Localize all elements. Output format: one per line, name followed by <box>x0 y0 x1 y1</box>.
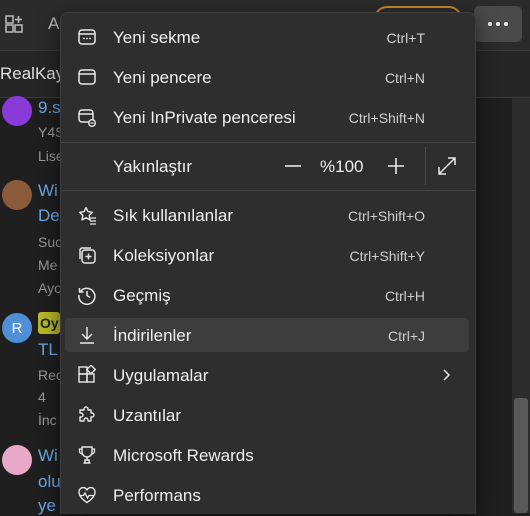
menu-item-new-tab[interactable]: Yeni sekme Ctrl+T <box>65 20 469 54</box>
zoom-out-button[interactable] <box>280 153 306 179</box>
menu-separator <box>61 142 475 143</box>
menu-item-label: Yeni pencere <box>113 68 212 87</box>
new-tab-icon <box>77 27 97 47</box>
shortcut-text: Ctrl+N <box>384 70 425 86</box>
menu-item-new-window[interactable]: Yeni pencere Ctrl+N <box>65 60 469 94</box>
dot-icon <box>504 22 508 26</box>
list-item-title[interactable]: Wi <box>38 181 58 201</box>
avatar <box>2 96 32 126</box>
history-icon <box>77 285 97 305</box>
scrollbar-thumb[interactable] <box>514 398 528 513</box>
shortcut-text: Ctrl+J <box>388 328 425 344</box>
list-item-text: Me <box>38 257 58 273</box>
menu-item-extensions[interactable]: Uzantılar <box>65 398 469 432</box>
shortcut-text: Ctrl+Shift+N <box>348 110 425 126</box>
menu-item-history[interactable]: Geçmiş Ctrl+H <box>65 278 469 312</box>
list-item-text: Ayo <box>38 280 62 296</box>
list-item-text: İnc <box>38 412 57 428</box>
shortcut-text: Ctrl+Shift+O <box>347 208 425 224</box>
menu-item-rewards[interactable]: Microsoft Rewards <box>65 438 469 472</box>
rewards-trophy-icon <box>77 445 97 465</box>
settings-and-more-button[interactable] <box>474 6 522 42</box>
fullscreen-icon[interactable] <box>436 155 458 177</box>
menu-item-performance[interactable]: Performans <box>65 478 469 512</box>
zoom-in-button[interactable] <box>383 153 409 179</box>
avatar: R <box>2 313 32 343</box>
download-icon <box>77 325 97 345</box>
inprivate-window-icon <box>77 107 97 127</box>
settings-and-more-menu: Yeni sekme Ctrl+T Yeni pencere Ctrl+N Ye… <box>60 12 476 514</box>
favorites-bar-text[interactable]: RealKay <box>0 64 64 84</box>
collections-icon <box>77 245 97 265</box>
status-badge: Oy <box>38 312 60 334</box>
list-item-title[interactable]: De <box>38 206 60 226</box>
menu-item-new-inprivate[interactable]: Yeni InPrivate penceresi Ctrl+Shift+N <box>65 100 469 134</box>
shortcut-text: Ctrl+H <box>384 288 425 304</box>
apps-icon <box>77 365 97 385</box>
menu-item-zoom: Yakınlaştır %100 <box>65 147 469 185</box>
menu-item-label: Uzantılar <box>113 406 182 425</box>
list-item-text: 4 <box>38 389 46 405</box>
performance-heart-icon <box>77 485 97 505</box>
avatar <box>2 445 32 475</box>
zoom-divider <box>425 147 426 185</box>
list-item-text: Suc <box>38 234 63 250</box>
menu-item-label: Performans <box>113 486 201 505</box>
tab-title[interactable]: A <box>48 14 59 34</box>
list-item-title[interactable]: olu <box>38 472 61 492</box>
list-item-title[interactable]: TL <box>38 340 58 360</box>
shortcut-text: Ctrl+Shift+Y <box>349 248 425 264</box>
menu-item-collections[interactable]: Koleksiyonlar Ctrl+Shift+Y <box>65 238 469 272</box>
dot-icon <box>496 22 500 26</box>
avatar <box>2 180 32 210</box>
menu-item-label: Microsoft Rewards <box>113 446 254 465</box>
tab-actions-icon[interactable] <box>4 14 24 34</box>
extensions-icon <box>77 405 97 425</box>
menu-item-label: Uygulamalar <box>113 366 209 385</box>
menu-separator <box>61 190 475 191</box>
menu-item-label: Sık kullanılanlar <box>113 206 234 225</box>
shortcut-text: Ctrl+T <box>386 30 426 46</box>
menu-item-label: Geçmiş <box>113 286 171 305</box>
menu-item-label: Yeni InPrivate penceresi <box>113 108 296 127</box>
chevron-right-icon <box>437 366 455 384</box>
list-item-title[interactable]: Wi <box>38 446 58 466</box>
menu-item-downloads[interactable]: İndirilenler Ctrl+J <box>65 318 469 352</box>
menu-item-label: Yakınlaştır <box>113 157 193 176</box>
list-item-title[interactable]: 9.s <box>38 98 61 118</box>
dot-icon <box>488 22 492 26</box>
menu-item-favorites[interactable]: Sık kullanılanlar Ctrl+Shift+O <box>65 198 469 232</box>
favorites-icon <box>77 205 97 225</box>
zoom-level: %100 <box>320 157 364 176</box>
new-window-icon <box>77 67 97 87</box>
menu-item-label: Yeni sekme <box>113 28 201 47</box>
menu-item-apps[interactable]: Uygulamalar <box>65 358 469 392</box>
list-item-title[interactable]: ye <box>38 496 56 516</box>
menu-item-label: İndirilenler <box>113 326 192 345</box>
menu-item-label: Koleksiyonlar <box>113 246 215 265</box>
